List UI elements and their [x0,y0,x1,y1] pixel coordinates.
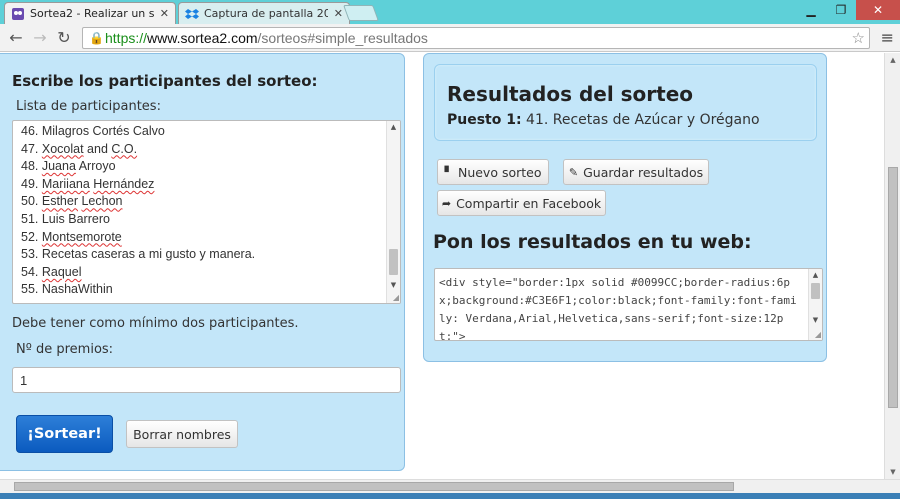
list-item: 47. Xocolat and C.O. [21,141,138,156]
forward-arrow-icon[interactable]: → [28,26,52,50]
page-scroll-thumb[interactable] [888,167,898,408]
new-tab-button[interactable] [343,5,379,21]
share-icon: ➦ [441,196,452,210]
participants-list: 46. Milagros Cortés Calvo 47. Xocolat an… [21,123,255,299]
url-host: www.sortea2.com [147,30,258,46]
address-bar[interactable]: 🔒 https:// www.sortea2.com /sorteos#simp… [82,27,870,49]
list-item: 54. Raquel [21,264,82,279]
share-facebook-button[interactable]: ➦ Compartir en Facebook [437,190,606,216]
clear-names-button[interactable]: Borrar nombres [126,420,238,448]
list-item: 50. Esther Lechon [21,194,123,209]
list-item: 46. Milagros Cortés Calvo [21,124,165,138]
page-content: Escribe los participantes del sorteo: Li… [0,53,884,479]
dropbox-icon [185,7,199,21]
back-arrow-icon[interactable]: ← [4,26,28,50]
embed-code-textarea[interactable]: <div style="border:1px solid #0099CC;bor… [434,268,823,341]
list-item: 48. Juana Arroyo [21,159,116,174]
url-scheme: https:// [105,30,148,46]
winner-name: 41. Recetas de Azúcar y Orégano [526,112,760,128]
bookmark-star-icon[interactable]: ☆ [852,29,865,47]
scroll-down-icon[interactable]: ▼ [885,465,900,479]
scroll-down-icon[interactable]: ▼ [809,314,822,326]
taskbar [0,493,900,499]
participants-textarea[interactable]: 46. Milagros Cortés Calvo 47. Xocolat an… [12,120,401,304]
draw-button[interactable]: ¡Sortear! [16,415,113,453]
scroll-thumb[interactable] [389,249,398,275]
list-item: 49. Mariiana Hernández [21,176,155,191]
prizes-input[interactable]: 1 [12,367,401,393]
scroll-down-icon[interactable]: ▼ [387,279,400,291]
winner-line: Puesto 1: 41. Recetas de Azúcar y Orégan… [447,112,760,128]
resize-grip-icon[interactable]: ◢ [393,293,399,302]
minimize-icon[interactable]: ▁ [796,0,826,20]
tab-title: Captura de pantalla 2014- [204,7,328,20]
file-icon: ▘ [444,165,453,179]
participants-panel: Escribe los participantes del sorteo: Li… [0,53,405,471]
participants-heading: Escribe los participantes del sorteo: [12,72,318,90]
page-vertical-scrollbar[interactable]: ▲ ▼ [884,53,900,479]
tab-strip: Sortea2 - Realizar un sorte ✕ Captura de… [0,0,900,24]
tab-sortea2[interactable]: Sortea2 - Realizar un sorte ✕ [4,2,176,24]
hamburger-menu-icon[interactable]: ≡ [881,28,894,47]
min-participants-note: Debe tener como mínimo dos participantes… [12,316,299,331]
list-item: 52. Montsemorote [21,229,122,244]
place-label: Puesto 1: [447,112,522,128]
list-item: 55. NashaWithin [21,282,113,297]
scroll-up-icon[interactable]: ▲ [387,121,400,133]
list-item: 53. Recetas caseras a mi gusto y manera. [21,247,256,262]
embed-title: Pon los resultados en tu web: [433,231,752,253]
maximize-icon[interactable]: ❐ [826,0,856,20]
scroll-up-icon[interactable]: ▲ [809,269,822,281]
list-label: Lista de participantes: [16,99,161,114]
window-controls: ▁ ❐ ✕ [796,0,900,20]
embed-code: <div style="border:1px solid #0099CC;bor… [439,276,797,341]
page-hscroll-thumb[interactable] [14,482,734,491]
page-horizontal-scrollbar[interactable] [0,479,900,493]
results-panel: Resultados del sorteo Puesto 1: 41. Rece… [423,53,827,362]
tab-close-icon[interactable]: ✕ [334,7,343,20]
lock-icon: 🔒 [89,31,104,45]
tab-close-icon[interactable]: ✕ [160,7,169,20]
resize-grip-icon[interactable]: ◢ [815,330,821,339]
scroll-up-icon[interactable]: ▲ [885,53,900,67]
results-title: Resultados del sorteo [447,82,694,106]
prizes-label: Nº de premios: [16,342,114,357]
browser-toolbar: ← → ↻ 🔒 https:// www.sortea2.com /sorteo… [0,24,900,52]
close-window-icon[interactable]: ✕ [856,0,900,20]
tab-captura[interactable]: Captura de pantalla 2014- ✕ [178,2,350,24]
new-draw-button[interactable]: ▘ Nuevo sorteo [437,159,549,185]
scroll-thumb[interactable] [811,283,820,299]
save-results-button[interactable]: ✎ Guardar resultados [563,159,709,185]
tab-title: Sortea2 - Realizar un sorte [30,7,154,20]
url-path: /sorteos#simple_resultados [257,30,428,46]
list-item: 51. Luis Barrero [21,211,110,226]
edit-icon: ✎ [568,165,579,179]
textarea-scrollbar[interactable]: ▲ ▼ [386,121,400,303]
reload-icon[interactable]: ↻ [52,26,76,50]
results-box: Resultados del sorteo Puesto 1: 41. Rece… [434,64,817,141]
sortea2-favicon-icon [11,7,25,21]
